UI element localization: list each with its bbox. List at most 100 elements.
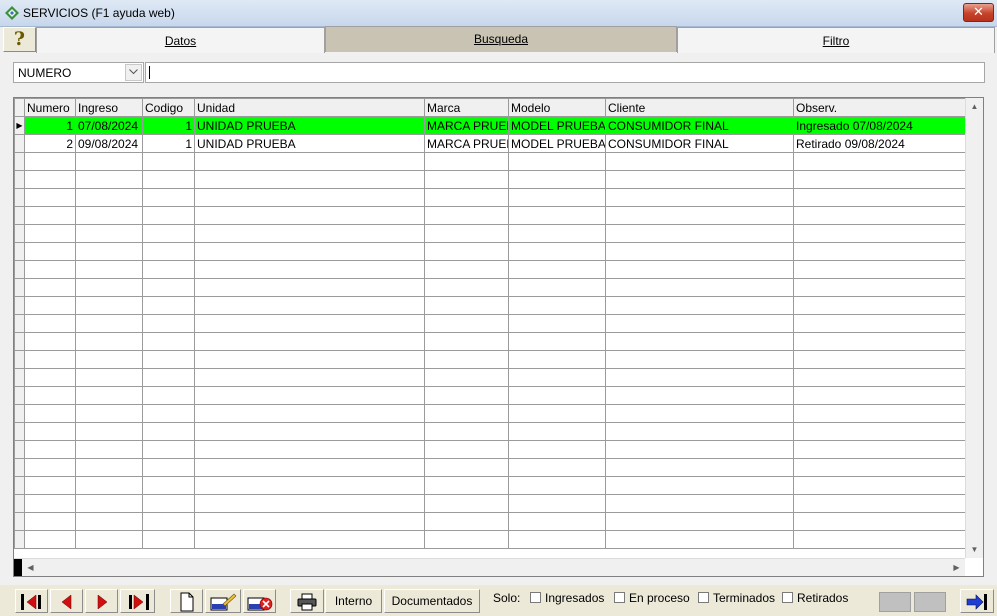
empty-table-row (14, 422, 966, 441)
scroll-left-icon[interactable]: ◀ (22, 559, 39, 576)
table-cell (194, 260, 425, 279)
search-input[interactable] (145, 62, 985, 83)
table-cell[interactable]: UNIDAD PRUEBA (194, 134, 425, 153)
table-cell (424, 170, 509, 189)
first-record-button[interactable] (15, 589, 48, 613)
retirados-label[interactable]: Retirados (797, 591, 848, 605)
table-cell[interactable]: 1 (142, 116, 195, 135)
ingresados-label[interactable]: Ingresados (545, 591, 604, 605)
row-indicator (14, 458, 25, 477)
table-cell (142, 404, 195, 423)
table-cell[interactable]: MARCA PRUEBA (424, 134, 509, 153)
previous-record-icon (61, 594, 71, 610)
table-cell[interactable]: MODEL PRUEBA (508, 134, 606, 153)
exit-button[interactable] (960, 589, 994, 613)
text-caret (149, 66, 150, 79)
table-cell (142, 296, 195, 315)
table-cell (793, 386, 966, 405)
table-cell (24, 170, 76, 189)
column-header[interactable]: Unidad (194, 98, 425, 117)
services-grid[interactable]: Numero Ingreso Codigo Unidad Marca Model… (13, 97, 984, 577)
table-cell (508, 170, 606, 189)
help-button[interactable]: ? (3, 27, 36, 52)
table-cell[interactable]: CONSUMIDOR FINAL (605, 134, 794, 153)
en-proceso-checkbox[interactable] (614, 592, 625, 603)
scroll-down-icon[interactable]: ▼ (966, 541, 983, 558)
table-cell (24, 242, 76, 261)
retirados-checkbox[interactable] (782, 592, 793, 603)
print-button[interactable] (290, 589, 324, 613)
chevron-down-icon[interactable] (125, 64, 142, 81)
tab-busqueda[interactable]: Busqueda (325, 26, 677, 52)
table-cell[interactable]: UNIDAD PRUEBA (194, 116, 425, 135)
tab-filtro[interactable]: Filtro (677, 27, 995, 53)
column-header[interactable]: Ingreso (75, 98, 143, 117)
table-cell (194, 242, 425, 261)
delete-record-button[interactable] (243, 589, 276, 613)
table-cell (24, 278, 76, 297)
table-cell (142, 332, 195, 351)
row-indicator (14, 404, 25, 423)
table-cell[interactable]: 2 (24, 134, 76, 153)
en-proceso-label[interactable]: En proceso (629, 591, 690, 605)
table-cell (194, 224, 425, 243)
table-cell (605, 170, 794, 189)
table-cell (75, 422, 143, 441)
table-cell (508, 350, 606, 369)
table-cell[interactable]: CONSUMIDOR FINAL (605, 116, 794, 135)
column-header[interactable]: Observ. (793, 98, 966, 117)
interno-button[interactable]: Interno (325, 589, 382, 613)
table-cell (424, 278, 509, 297)
table-cell (142, 458, 195, 477)
services-table: Numero Ingreso Codigo Unidad Marca Model… (14, 98, 966, 549)
new-record-button[interactable] (170, 589, 203, 613)
empty-table-row (14, 260, 966, 279)
table-cell (75, 350, 143, 369)
tab-datos[interactable]: Datos (36, 27, 325, 53)
table-cell[interactable]: Ingresado 07/08/2024 (793, 116, 966, 135)
table-cell[interactable]: Retirado 09/08/2024 (793, 134, 966, 153)
row-indicator (14, 278, 25, 297)
table-cell (793, 350, 966, 369)
scroll-up-icon[interactable]: ▲ (966, 98, 983, 115)
table-cell (508, 314, 606, 333)
table-cell[interactable]: 1 (24, 116, 76, 135)
table-cell (24, 152, 76, 171)
scroll-right-icon[interactable]: ▶ (948, 559, 965, 576)
column-header[interactable]: Codigo (142, 98, 195, 117)
table-cell[interactable]: 1 (142, 134, 195, 153)
vertical-scrollbar[interactable]: ▲ ▼ (965, 98, 983, 558)
column-header[interactable]: Cliente (605, 98, 794, 117)
empty-table-row (14, 476, 966, 495)
previous-record-button[interactable] (50, 589, 83, 613)
last-record-icon (128, 593, 149, 610)
table-row[interactable]: 2 09/08/2024 1 UNIDAD PRUEBA MARCA PRUEB… (14, 134, 966, 153)
table-cell (508, 530, 606, 549)
solo-label: Solo: (493, 591, 521, 605)
table-row[interactable]: ▶ 1 07/08/2024 1 UNIDAD PRUEBA MARCA PRU… (14, 116, 966, 135)
close-button[interactable]: ✕ (963, 3, 994, 22)
table-cell[interactable]: 07/08/2024 (75, 116, 143, 135)
column-header[interactable]: Numero (24, 98, 76, 117)
terminados-checkbox[interactable] (698, 592, 709, 603)
table-cell[interactable]: MODEL PRUEBA (508, 116, 606, 135)
column-header[interactable]: Modelo (508, 98, 606, 117)
table-cell (24, 494, 76, 513)
table-cell[interactable]: 09/08/2024 (75, 134, 143, 153)
table-cell[interactable]: MARCA PRUEBA (424, 116, 509, 135)
table-cell (605, 530, 794, 549)
documentados-button[interactable]: Documentados (384, 589, 480, 613)
next-record-button[interactable] (85, 589, 118, 613)
empty-table-row (14, 512, 966, 531)
table-cell (75, 206, 143, 225)
table-cell (508, 188, 606, 207)
last-record-button[interactable] (120, 589, 155, 613)
edit-record-button[interactable] (205, 589, 241, 613)
terminados-label[interactable]: Terminados (713, 591, 775, 605)
horizontal-scrollbar[interactable]: ◀ ▶ (14, 558, 965, 576)
column-header[interactable]: Marca (424, 98, 509, 117)
table-cell (793, 242, 966, 261)
search-field-select[interactable]: NUMERO (13, 62, 144, 83)
row-indicator (14, 476, 25, 495)
ingresados-checkbox[interactable] (530, 592, 541, 603)
